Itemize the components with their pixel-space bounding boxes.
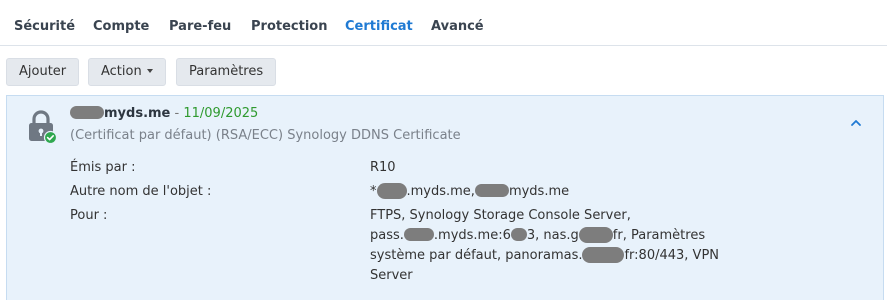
for-label: Pour : xyxy=(70,208,108,223)
certificate-title: myds.me - 11/09/2025 xyxy=(70,106,258,121)
lock-check-icon xyxy=(29,110,57,144)
certificate-description: (Certificat par défaut) (RSA/ECC) Synolo… xyxy=(70,128,461,143)
issued-by-value: R10 xyxy=(370,160,396,175)
alt-name-mid: .myds.me, xyxy=(406,184,475,199)
for-line3-b: fr:80/443, VPN xyxy=(624,248,720,263)
tab-certificat[interactable]: Certificat xyxy=(345,19,413,34)
action-button-label: Action xyxy=(101,64,142,79)
action-dropdown-button[interactable]: Action xyxy=(88,58,166,86)
redacted-text xyxy=(578,226,613,243)
redacted-text xyxy=(582,246,625,263)
alt-name-prefix: * xyxy=(370,184,377,199)
chevron-up-icon[interactable] xyxy=(849,118,863,128)
redacted-text xyxy=(474,184,509,197)
caret-down-icon xyxy=(146,68,153,73)
settings-button[interactable]: Paramètres xyxy=(176,58,277,86)
title-separator: - xyxy=(174,106,180,121)
for-value-line-4: Server xyxy=(370,268,413,283)
tab-pare-feu[interactable]: Pare-feu xyxy=(169,19,231,34)
redacted-text xyxy=(510,228,527,241)
for-value-line-2: pass. .myds.me:6 3, nas.g fr, Paramètres xyxy=(370,226,705,246)
alt-name-end: myds.me xyxy=(508,184,570,199)
tab-securite[interactable]: Sécurité xyxy=(14,19,75,34)
redacted-text xyxy=(403,228,434,241)
tab-compte[interactable]: Compte xyxy=(93,19,149,34)
add-button[interactable]: Ajouter xyxy=(6,58,80,86)
tab-avance[interactable]: Avancé xyxy=(431,19,484,34)
redacted-text xyxy=(70,106,104,119)
certificate-expiry-date: 11/09/2025 xyxy=(183,106,259,121)
for-line2-b: .myds.me:6 xyxy=(433,228,511,243)
tab-protection[interactable]: Protection xyxy=(251,19,327,34)
for-value-line-1: FTPS, Synology Storage Console Server, xyxy=(370,208,631,223)
for-line2-a: pass. xyxy=(370,228,404,243)
alt-name-label: Autre nom de l'objet : xyxy=(70,184,212,199)
settings-button-label: Paramètres xyxy=(189,64,264,79)
certificate-domain: myds.me xyxy=(104,106,171,121)
redacted-text xyxy=(376,182,407,199)
alt-name-value: * .myds.me, myds.me xyxy=(370,182,569,202)
for-value-line-3: système par défaut, panoramas. fr:80/443,… xyxy=(370,246,719,266)
add-button-label: Ajouter xyxy=(19,64,67,79)
certificate-card[interactable]: myds.me - 11/09/2025 (Certificat par déf… xyxy=(6,95,884,300)
for-line3-a: système par défaut, panoramas. xyxy=(370,248,583,263)
tab-bar: Sécurité Compte Pare-feu Protection Cert… xyxy=(0,0,887,46)
for-line2-c: 3, nas.g xyxy=(526,228,579,243)
for-line2-d: fr, Paramètres xyxy=(612,228,706,243)
issued-by-label: Émis par : xyxy=(70,160,136,175)
